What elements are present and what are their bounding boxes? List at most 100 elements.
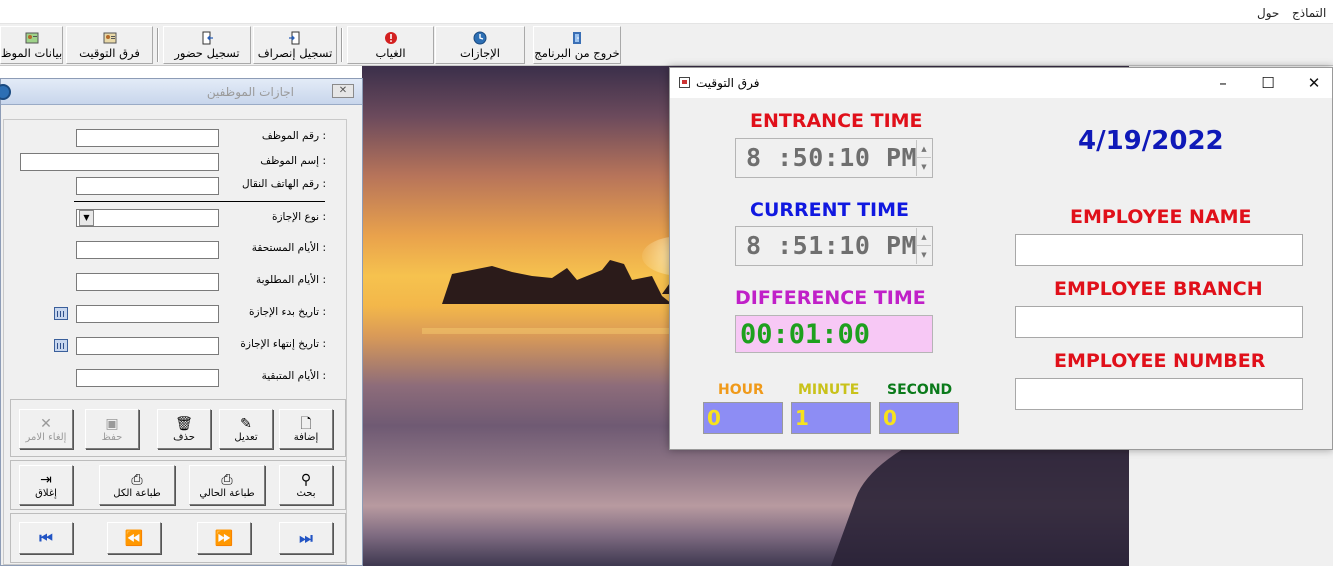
checkin-button[interactable]: تسجيل حضور bbox=[163, 26, 251, 64]
toolbar: خروج من البرنامج الإجازات الغياب تسجيل إ… bbox=[0, 24, 1333, 66]
toolbar-separator bbox=[341, 28, 343, 62]
trash-icon: 🗑 bbox=[175, 415, 193, 432]
calendar-icon[interactable] bbox=[54, 307, 68, 320]
spin-up-icon[interactable]: ▲ bbox=[917, 228, 931, 246]
spin-up-icon[interactable]: ▲ bbox=[917, 140, 931, 158]
calendar-icon[interactable] bbox=[54, 339, 68, 352]
due-days-field[interactable] bbox=[76, 241, 219, 259]
edit-label: تعديل bbox=[234, 431, 258, 443]
leaves-label: الإجازات bbox=[460, 45, 500, 60]
entrance-time-label: ENTRANCE TIME bbox=[750, 110, 923, 132]
checkout-door-icon bbox=[289, 31, 300, 44]
difference-time-label: DIFFERENCE TIME bbox=[735, 287, 926, 309]
cancel-x-icon: ✕ bbox=[40, 415, 52, 432]
print-current-button[interactable]: ⎙ طباعة الحالي bbox=[189, 465, 265, 505]
minimize-icon[interactable]: – bbox=[1208, 72, 1238, 94]
employee-data-label: بيانات الموظ bbox=[0, 45, 63, 60]
edit-button[interactable]: ✎ تعديل bbox=[219, 409, 273, 449]
entrance-time-value: 8 :50:10 PM bbox=[746, 143, 918, 172]
floppy-icon: ▣ bbox=[105, 415, 119, 432]
checkout-button[interactable]: تسجيل إنصراف bbox=[253, 26, 337, 64]
add-button[interactable]: 🗋 إضافة bbox=[279, 409, 333, 449]
first-record-button[interactable]: ⏮ bbox=[19, 522, 73, 554]
time-window-title: فرق التوقيت bbox=[696, 76, 760, 90]
search-button[interactable]: ⚲ بحث bbox=[279, 465, 333, 505]
close-icon[interactable]: ✕ bbox=[332, 84, 354, 98]
minute-field[interactable]: 1 bbox=[791, 402, 871, 434]
employee-name-field[interactable] bbox=[1015, 234, 1303, 266]
employee-name-field[interactable] bbox=[20, 153, 219, 171]
cancel-button[interactable]: ✕ إلغاء الامر bbox=[19, 409, 73, 449]
absence-label: الغياب bbox=[375, 45, 406, 60]
entrance-time-picker[interactable]: 8 :50:10 PM ▲ ▼ bbox=[735, 138, 933, 178]
leaves-window-title: اجازات الموظفين bbox=[206, 85, 294, 99]
delete-button[interactable]: 🗑 حذف bbox=[157, 409, 211, 449]
close-icon[interactable]: ✕ bbox=[1299, 72, 1329, 94]
second-field[interactable]: 0 bbox=[879, 402, 959, 434]
employee-id-label: رقم الموظف : bbox=[261, 130, 326, 142]
spin-down-icon[interactable]: ▼ bbox=[917, 158, 931, 176]
start-date-field[interactable] bbox=[76, 305, 219, 323]
employee-data-button[interactable]: بيانات الموظ bbox=[0, 26, 63, 64]
leaves-window-titlebar: اجازات الموظفين ✕ bbox=[0, 79, 362, 105]
difference-time-field[interactable]: 00:01:00 bbox=[735, 315, 933, 353]
exit-program-button[interactable]: خروج من البرنامج bbox=[533, 26, 621, 64]
next-record-button[interactable]: ⏩ bbox=[197, 522, 251, 554]
clock-icon bbox=[0, 84, 11, 100]
entrance-time-spinner[interactable]: ▲ ▼ bbox=[916, 140, 931, 176]
current-time-label: CURRENT TIME bbox=[750, 199, 910, 221]
delete-label: حذف bbox=[173, 431, 195, 443]
menu-item-forms[interactable]: التماذج bbox=[1292, 6, 1326, 20]
employee-card-icon bbox=[103, 32, 116, 43]
minute-value: 1 bbox=[795, 406, 809, 430]
checkin-door-icon bbox=[202, 31, 213, 44]
chevron-down-icon[interactable]: ▼ bbox=[79, 210, 94, 226]
second-value: 0 bbox=[883, 406, 897, 430]
current-time-spinner[interactable]: ▲ ▼ bbox=[916, 228, 931, 264]
maximize-icon[interactable]: ☐ bbox=[1253, 72, 1283, 94]
employee-number-field[interactable] bbox=[1015, 378, 1303, 410]
spin-down-icon[interactable]: ▼ bbox=[917, 246, 931, 264]
employee-id-field[interactable] bbox=[76, 129, 219, 147]
previous-record-button[interactable]: ⏪ bbox=[107, 522, 161, 554]
last-record-icon: ⏭ bbox=[299, 529, 313, 547]
print-current-label: طباعة الحالي bbox=[199, 487, 255, 499]
time-difference-label: فرق التوقيت bbox=[79, 45, 140, 60]
save-button[interactable]: ▣ حفظ bbox=[85, 409, 139, 449]
hour-value: 0 bbox=[707, 406, 721, 430]
end-date-label: تاريخ إنتهاء الإجازة : bbox=[240, 338, 326, 350]
print-all-button[interactable]: ⎙ طباعة الكل bbox=[99, 465, 175, 505]
printer-icon: ⎙ bbox=[131, 471, 143, 488]
cancel-label: إلغاء الامر bbox=[25, 431, 67, 443]
current-time-picker[interactable]: 8 :51:10 PM ▲ ▼ bbox=[735, 226, 933, 266]
binoculars-icon: ⚲ bbox=[300, 471, 312, 488]
employee-name-label: EMPLOYEE NAME bbox=[1070, 206, 1252, 228]
absence-button[interactable]: الغياب bbox=[347, 26, 434, 64]
remaining-days-label: الأيام المتبقية : bbox=[261, 370, 326, 382]
employee-name-label: إسم الموظف : bbox=[260, 155, 326, 167]
time-difference-button[interactable]: فرق التوقيت bbox=[66, 26, 153, 64]
toolbar-separator bbox=[157, 28, 159, 62]
employee-branch-field[interactable] bbox=[1015, 306, 1303, 338]
requested-days-label: الأيام المطلوبة : bbox=[255, 274, 326, 286]
edit-actions-group: 🗋 إضافة ✎ تعديل 🗑 حذف ▣ حفظ ✕ إلغاء الامر bbox=[10, 399, 346, 457]
next-record-icon: ⏩ bbox=[214, 529, 234, 547]
menu-item-about[interactable]: حول bbox=[1257, 6, 1279, 20]
leave-type-label: نوع الإجازة : bbox=[271, 211, 326, 223]
end-date-field[interactable] bbox=[76, 337, 219, 355]
last-record-button[interactable]: ⏭ bbox=[279, 522, 333, 554]
exit-door-icon bbox=[573, 31, 581, 44]
mobile-field[interactable] bbox=[76, 177, 219, 195]
due-days-label: الأيام المستحقة : bbox=[251, 242, 326, 254]
employee-leaves-window: اجازات الموظفين ✕ رقم الموظف : إسم الموظ… bbox=[0, 78, 363, 566]
print-all-label: طباعة الكل bbox=[113, 487, 161, 499]
requested-days-field[interactable] bbox=[76, 273, 219, 291]
desktop-empty-area bbox=[1129, 450, 1333, 566]
leave-type-select[interactable] bbox=[76, 209, 219, 227]
close-button[interactable]: ⇥ إغلاق bbox=[19, 465, 73, 505]
hour-field[interactable]: 0 bbox=[703, 402, 783, 434]
time-difference-window: فرق التوقيت – ☐ ✕ ENTRANCE TIME 8 :50:10… bbox=[669, 67, 1333, 450]
remaining-days-field[interactable] bbox=[76, 369, 219, 387]
printer-icon: ⎙ bbox=[221, 471, 233, 488]
leaves-button[interactable]: الإجازات bbox=[435, 26, 525, 64]
